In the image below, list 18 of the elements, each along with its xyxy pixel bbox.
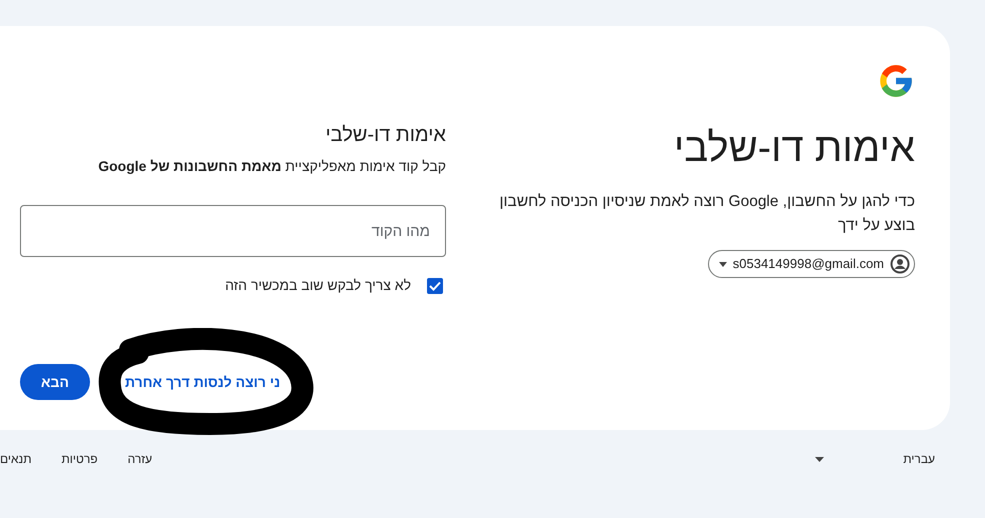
code-field[interactable]: מהו הקוד — [20, 205, 446, 257]
google-logo-icon — [877, 62, 915, 100]
footer-link[interactable]: פרטיות — [62, 450, 98, 468]
footer-link[interactable]: עזרה — [128, 450, 152, 468]
account-chip[interactable]: s0534149998@gmail.com — [708, 250, 915, 278]
next-button[interactable]: הבא — [20, 364, 90, 400]
instructions-text: קבל קוד אימות מאפליקציית מאמת החשבונות של Google — [98, 157, 446, 176]
remember-label: לא צריך לבקש שוב במכשיר הזה — [225, 276, 411, 295]
description-text: כדי להגן על החשבון, Google רוצה לאמת שניסיון הכניסה לחשבון בוצע על ידך — [498, 192, 915, 236]
page-title: אימות דו-שלבי — [674, 125, 915, 172]
caret-icon — [718, 262, 727, 266]
account-icon — [890, 254, 910, 274]
language-selector[interactable]: עברית — [903, 450, 935, 468]
try-another-way-link[interactable]: ני רוצה לנסות דרך אחרת — [125, 372, 280, 392]
caret-icon[interactable] — [815, 456, 824, 462]
form-title: אימות דו-שלבי — [325, 123, 446, 148]
footer-link[interactable]: תנאים — [0, 450, 32, 468]
remember-checkbox[interactable] — [427, 278, 443, 294]
